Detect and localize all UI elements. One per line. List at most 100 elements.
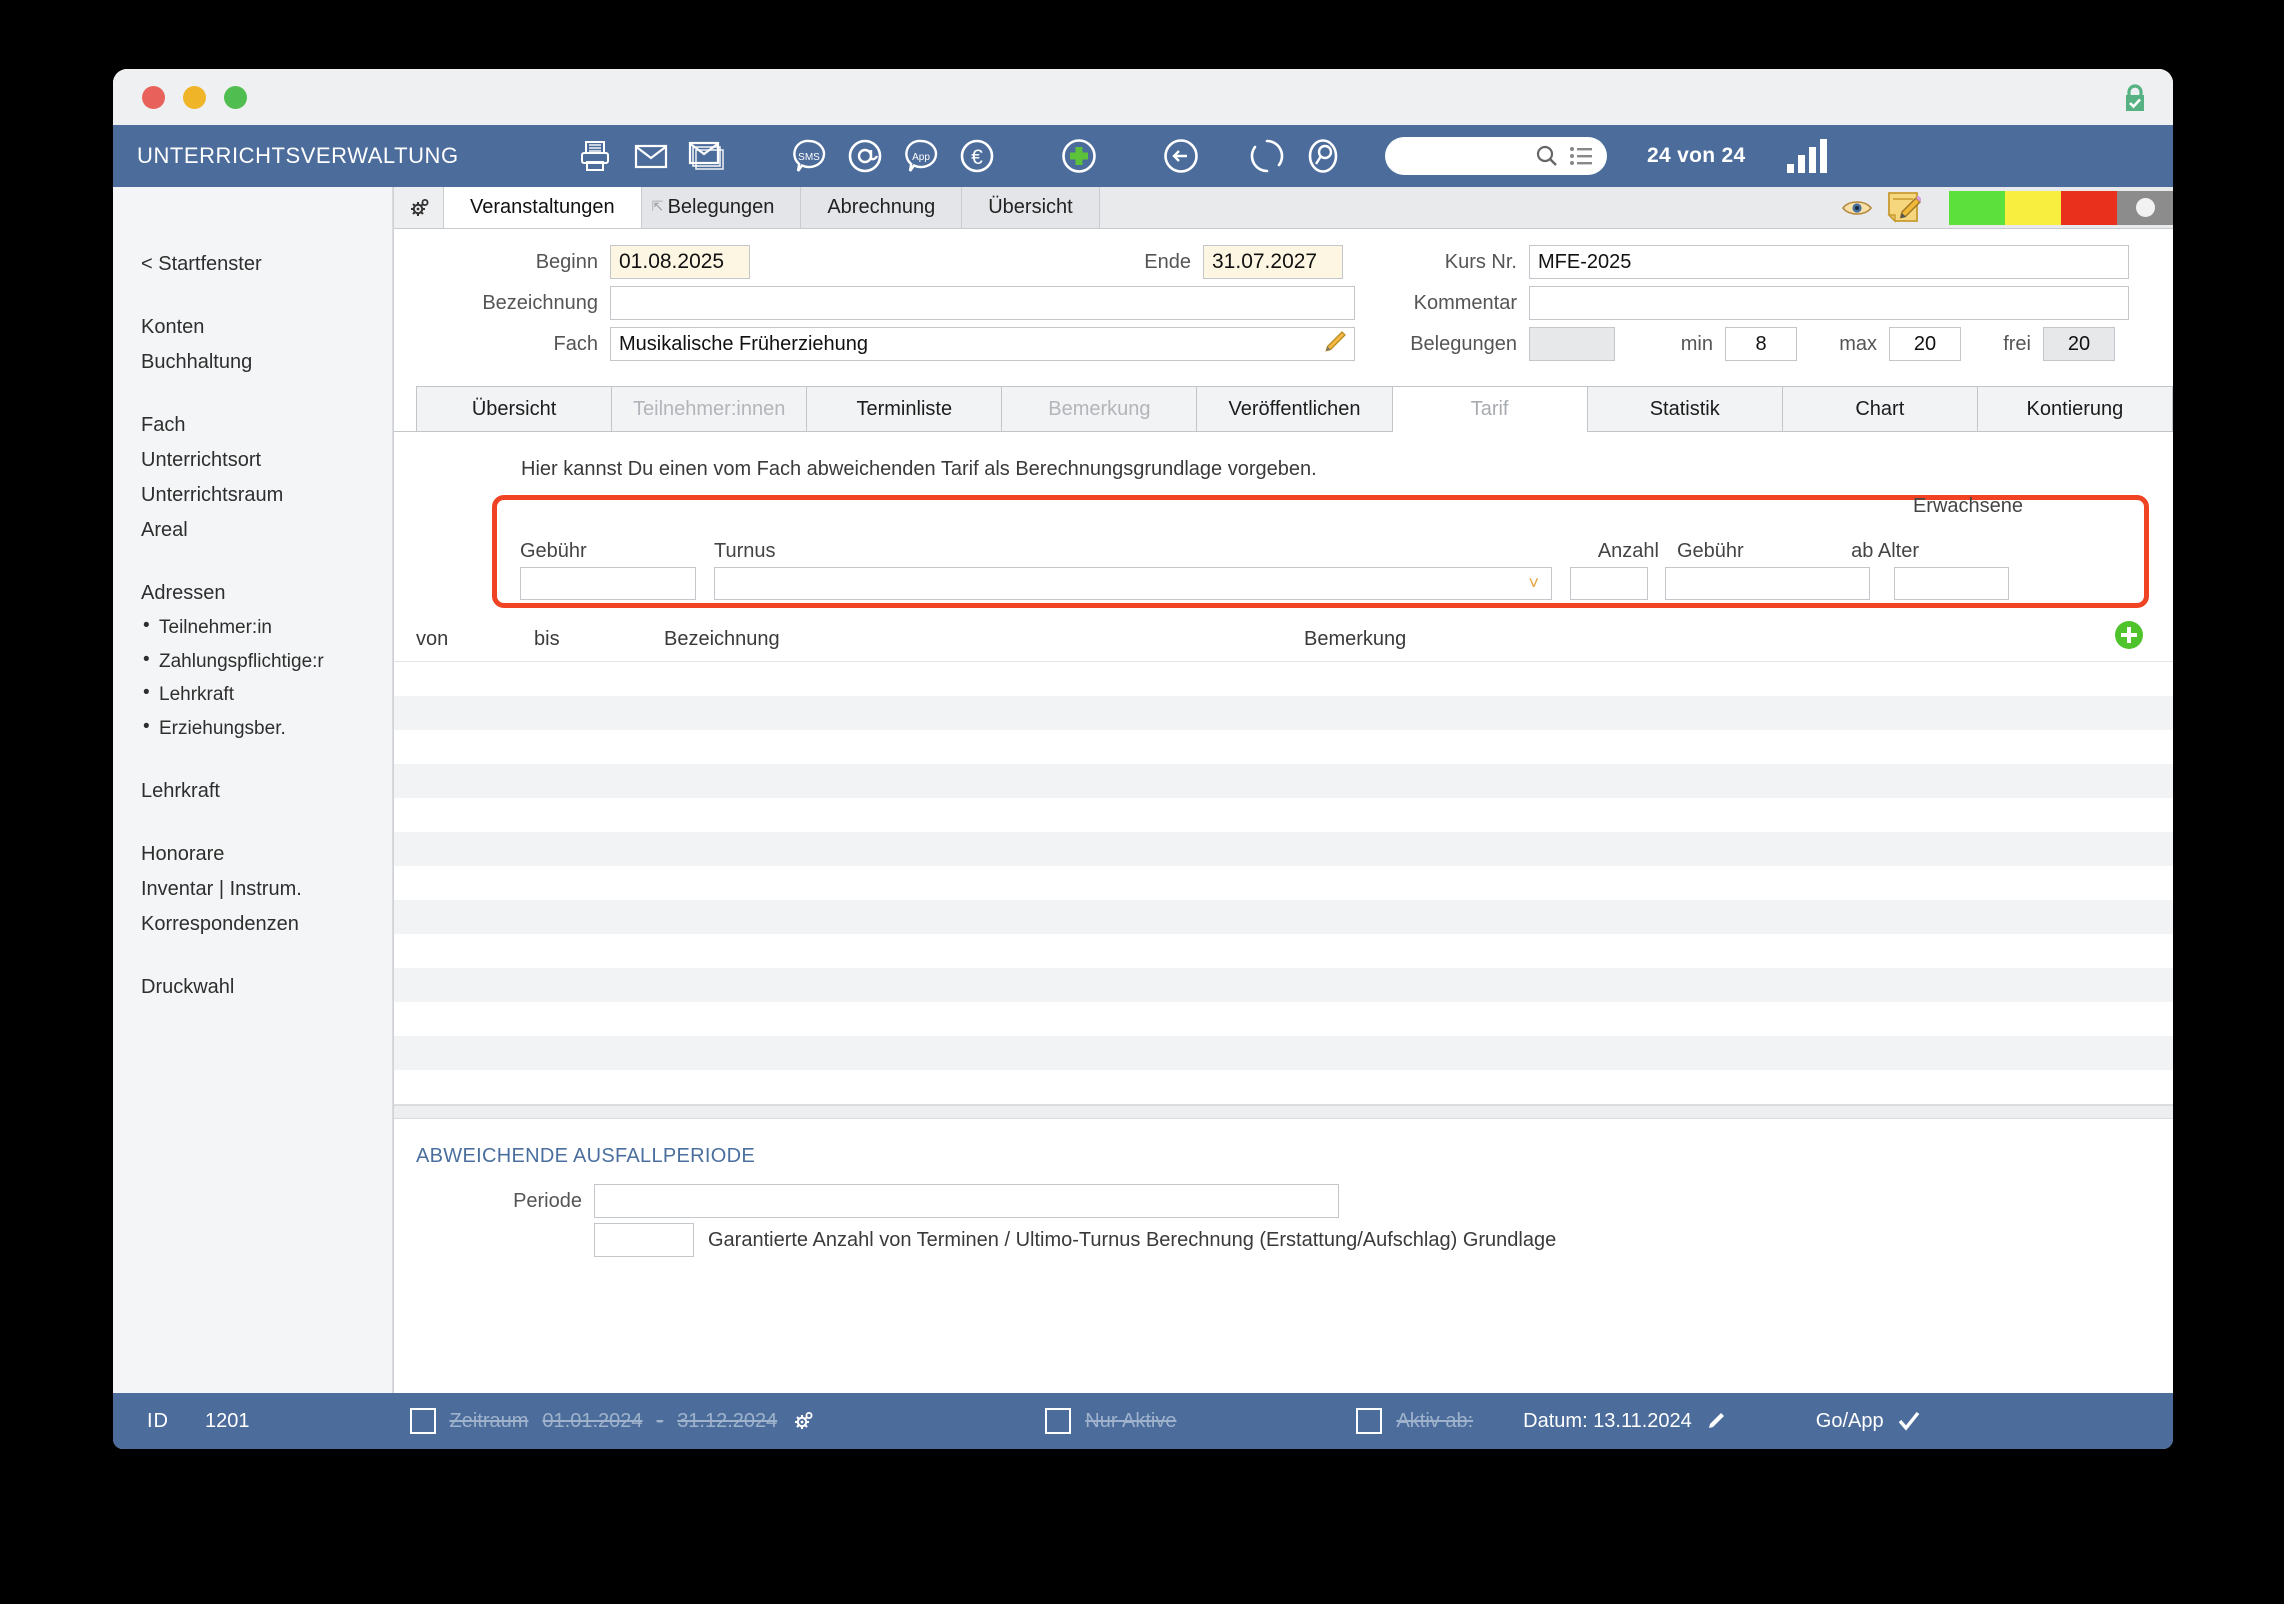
col-bemerkung: Bemerkung <box>1304 628 1407 650</box>
sms-icon[interactable]: SMS <box>781 128 837 184</box>
statusbar: ID 1201 Zeitraum 01.01.2024 - 31.12.2024 <box>113 1393 2173 1449</box>
table-row[interactable] <box>394 798 2173 832</box>
table-row[interactable] <box>394 1036 2173 1070</box>
sidebar-item-unterrichtsort[interactable]: Unterrichtsort <box>113 443 392 478</box>
euro-icon[interactable]: € <box>949 128 1005 184</box>
refresh-icon[interactable] <box>1239 128 1295 184</box>
id-label: ID <box>147 1409 169 1432</box>
ausfallperiode-title: ABWEICHENDE AUSFALLPERIODE <box>416 1145 756 1167</box>
sidebar-item-korrespondenzen[interactable]: Korrespondenzen <box>113 907 392 942</box>
mail-icon[interactable] <box>623 128 679 184</box>
ende-label: Ende <box>1144 250 1191 273</box>
minimize-button[interactable] <box>183 85 206 109</box>
tab-tarif[interactable]: Tarif <box>1391 386 1587 432</box>
tab-veroeffentlichen[interactable]: Veröffentlichen <box>1196 386 1392 431</box>
sidebar: < Startfenster Konten Buchhaltung Fach U… <box>113 187 393 1393</box>
sidebar-item-unterrichtsraum[interactable]: Unterrichtsraum <box>113 478 392 513</box>
tab-kontierung[interactable]: Kontierung <box>1976 386 2173 431</box>
ende-input[interactable]: 31.07.2027 <box>1203 245 1343 279</box>
app-body: < Startfenster Konten Buchhaltung Fach U… <box>113 187 2173 1393</box>
close-button[interactable] <box>142 85 165 109</box>
table-row[interactable] <box>394 968 2173 1002</box>
back-icon[interactable] <box>1153 128 1209 184</box>
tarif-list-header: von bis Bezeichnung Bemerkung <box>394 618 2173 662</box>
ab-alter-input[interactable] <box>1894 567 2009 600</box>
search-record-icon[interactable] <box>1295 128 1351 184</box>
app-icon[interactable]: App <box>893 128 949 184</box>
table-row[interactable] <box>394 866 2173 900</box>
print-icon[interactable] <box>567 128 623 184</box>
gebuehr-input[interactable] <box>520 567 696 600</box>
max-input[interactable]: 20 <box>1889 327 1961 361</box>
zeitraum-to[interactable]: 31.12.2024 <box>677 1410 777 1433</box>
tab-chart[interactable]: Chart <box>1781 386 1977 431</box>
list-icon[interactable] <box>1569 146 1593 166</box>
tab-abrechnung[interactable]: Abrechnung <box>801 187 963 228</box>
table-row[interactable] <box>394 696 2173 730</box>
section-divider <box>394 1105 2173 1119</box>
table-row[interactable] <box>394 730 2173 764</box>
kursnr-input[interactable]: MFE-2025 <box>1529 245 2129 279</box>
table-row[interactable] <box>394 1002 2173 1036</box>
kommentar-input[interactable] <box>1529 286 2129 320</box>
table-row[interactable] <box>394 764 2173 798</box>
kursnr-label: Kurs Nr. <box>1444 250 1517 273</box>
tab-uebersicht[interactable]: Übersicht <box>416 386 612 431</box>
sidebar-item-zahlungspflichtiger[interactable]: Zahlungspflichtige:r <box>113 645 392 679</box>
sidebar-item-erziehungsber[interactable]: Erziehungsber. <box>113 712 392 746</box>
min-input[interactable]: 8 <box>1725 327 1797 361</box>
at-icon[interactable] <box>837 128 893 184</box>
aktiv-ab-checkbox[interactable] <box>1356 1408 1383 1434</box>
periode-input[interactable] <box>594 1184 1339 1218</box>
tab-uebersicht-top[interactable]: Übersicht <box>962 187 1100 228</box>
erwachsene-group-label: Erwachsene <box>1912 495 2023 517</box>
beginn-input[interactable]: 01.08.2025 <box>610 245 750 279</box>
tab-terminliste[interactable]: Terminliste <box>806 386 1002 431</box>
settings-gear-icon[interactable] <box>394 187 444 228</box>
anzahl-input[interactable] <box>1570 567 1648 600</box>
table-row[interactable] <box>394 900 2173 934</box>
pencil-icon[interactable] <box>1322 330 1346 358</box>
edit-note-icon[interactable] <box>1875 190 1931 226</box>
tab-statistik[interactable]: Statistik <box>1586 386 1782 431</box>
sidebar-item-fach[interactable]: Fach <box>113 408 392 443</box>
zeitraum-from[interactable]: 01.01.2024 <box>542 1410 642 1433</box>
goapp-label[interactable]: Go/App <box>1816 1410 1884 1433</box>
mail-batch-icon[interactable] <box>679 128 735 184</box>
sidebar-item-areal[interactable]: Areal <box>113 513 392 548</box>
add-row-icon[interactable] <box>2115 621 2143 649</box>
bezeichnung-input[interactable] <box>610 286 1355 320</box>
sidebar-back-startfenster[interactable]: < Startfenster <box>113 247 392 282</box>
sidebar-item-buchhaltung[interactable]: Buchhaltung <box>113 345 392 380</box>
sidebar-item-teilnehmerin[interactable]: Teilnehmer:in <box>113 611 392 645</box>
gebuehr-adult-input[interactable] <box>1665 567 1870 600</box>
maximize-button[interactable] <box>224 85 247 109</box>
garantierte-anzahl-input[interactable] <box>594 1223 694 1257</box>
tab-belegungen[interactable]: ⇱ Belegungen <box>641 187 802 228</box>
sidebar-item-honorare[interactable]: Honorare <box>113 837 392 872</box>
pencil-icon[interactable] <box>1706 1411 1726 1431</box>
settings-gear-icon[interactable] <box>791 1409 815 1433</box>
table-row[interactable] <box>394 662 2173 696</box>
search-input[interactable] <box>1385 137 1607 175</box>
table-row[interactable] <box>394 1070 2173 1104</box>
sidebar-item-lehrkraft-adresse[interactable]: Lehrkraft <box>113 678 392 712</box>
sidebar-item-lehrkraft[interactable]: Lehrkraft <box>113 774 392 809</box>
table-row[interactable] <box>394 934 2173 968</box>
fach-input[interactable]: Musikalische Früherziehung <box>610 327 1355 361</box>
zeitraum-checkbox[interactable] <box>409 1408 436 1434</box>
col-von: von <box>416 628 449 650</box>
tab-veranstaltungen[interactable]: Veranstaltungen <box>444 187 642 228</box>
sidebar-item-konten[interactable]: Konten <box>113 310 392 345</box>
eye-icon[interactable] <box>1839 198 1875 218</box>
sidebar-item-druckwahl[interactable]: Druckwahl <box>113 970 392 1005</box>
turnus-select[interactable]: ˅ <box>714 567 1552 600</box>
chevron-down-icon: ˅ <box>1528 573 1539 593</box>
nur-aktive-checkbox[interactable] <box>1045 1408 1072 1434</box>
add-icon[interactable] <box>1051 128 1107 184</box>
sidebar-item-adressen[interactable]: Adressen <box>113 576 392 611</box>
table-row[interactable] <box>394 832 2173 866</box>
status-yellow <box>2005 190 2061 225</box>
sidebar-item-inventar-instrum[interactable]: Inventar | Instrum. <box>113 872 392 907</box>
beginn-label: Beginn <box>535 250 598 273</box>
